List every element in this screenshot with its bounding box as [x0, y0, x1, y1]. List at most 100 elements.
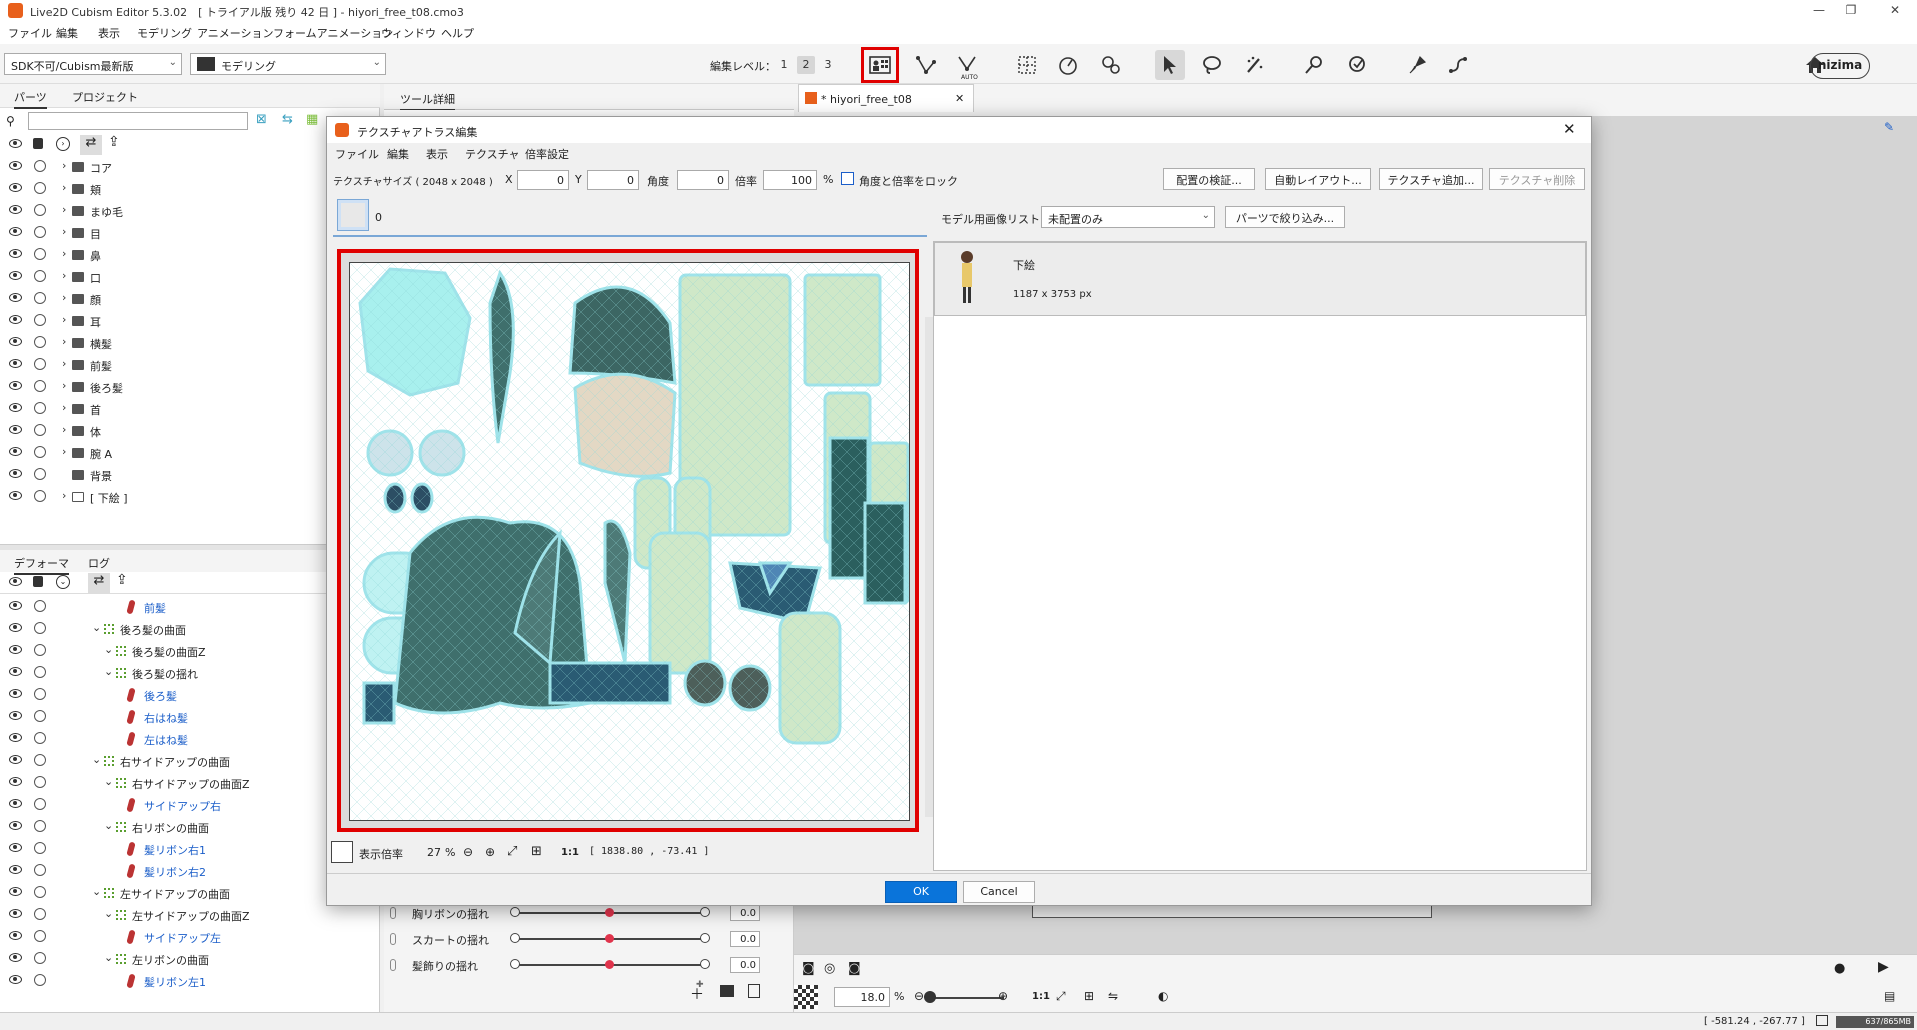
deformer-row[interactable]: 髪リボン右2 [0, 860, 380, 882]
swap-icon[interactable]: ⇄ [80, 135, 102, 155]
visibility-toggle[interactable] [34, 336, 46, 348]
visibility-toggle[interactable] [34, 160, 46, 172]
eye-icon[interactable] [9, 447, 22, 456]
visibility-toggle[interactable] [34, 908, 46, 920]
visibility-toggle[interactable] [34, 380, 46, 392]
tab-log[interactable]: ログ [88, 555, 110, 571]
texture-thumbnail[interactable] [337, 199, 369, 231]
menu-file[interactable]: ファイル [8, 25, 52, 41]
texture-atlas-button[interactable] [861, 47, 899, 83]
chevron-down-icon[interactable]: ⌄ [92, 621, 101, 634]
deformer-row[interactable]: ⌄ 右サイドアップの曲面Z [0, 772, 380, 794]
fit-icon[interactable]: ⤢ [1056, 989, 1066, 1004]
slider-min-knob[interactable] [510, 959, 520, 969]
eye-icon[interactable] [9, 909, 22, 918]
auto-layout-button[interactable]: 自動レイアウト... [1265, 168, 1371, 190]
keyform-icon[interactable] [390, 933, 396, 945]
slider-min-knob[interactable] [510, 907, 520, 917]
zoom-out-icon[interactable]: ⊖ [914, 989, 924, 1003]
chevron-right-icon[interactable]: › [62, 489, 66, 502]
eye-icon[interactable] [9, 755, 22, 764]
atlas-canvas[interactable] [349, 262, 910, 821]
eye-icon[interactable] [9, 271, 22, 280]
eye-icon[interactable] [9, 645, 22, 654]
parts-row[interactable]: › 口 [0, 266, 380, 288]
eye-icon[interactable] [9, 975, 22, 984]
filter-by-parts-button[interactable]: パーツで絞り込み... [1225, 206, 1345, 228]
keyform-icon[interactable] [390, 959, 396, 971]
tab-tool-detail[interactable]: ツール詳細 [400, 91, 455, 111]
visibility-toggle[interactable] [34, 622, 46, 634]
visibility-toggle[interactable] [34, 688, 46, 700]
zoom-out-icon[interactable]: ⊖ [463, 845, 473, 859]
eye-icon[interactable] [9, 601, 22, 610]
visibility-toggle[interactable] [34, 490, 46, 502]
chevron-down-icon[interactable]: ⌄ [104, 907, 113, 920]
zoom-slider-knob[interactable] [924, 991, 936, 1003]
play-icon[interactable]: › [56, 137, 70, 151]
chevron-down-icon[interactable]: ⌄ [104, 643, 113, 656]
parts-row[interactable]: › 首 [0, 398, 380, 420]
slider-max-knob[interactable] [700, 933, 710, 943]
add-param-icon[interactable]: ＋ [690, 984, 704, 1004]
parts-row[interactable]: › [ 下絵 ] [0, 486, 380, 508]
deformer-row[interactable]: サイドアップ右 [0, 794, 380, 816]
visibility-toggle[interactable] [34, 820, 46, 832]
eye-icon[interactable] [9, 821, 22, 830]
sdk-select[interactable]: SDK不可/Cubism最新版 ⌄ [4, 53, 182, 75]
record-icon[interactable]: ● [1834, 961, 1845, 976]
zoom-input[interactable]: 18.0 [834, 987, 890, 1007]
slider-current-knob[interactable] [605, 960, 614, 969]
parts-row[interactable]: › 前髪 [0, 354, 380, 376]
chevron-right-icon[interactable]: › [62, 313, 66, 326]
parameter-value[interactable]: 0.0 [730, 957, 760, 973]
visibility-toggle[interactable] [34, 842, 46, 854]
background-color-swatch[interactable] [331, 841, 353, 863]
fit-icon[interactable]: ⤢ [507, 844, 517, 859]
parameter-row[interactable]: 髪飾りの揺れ 0.0 [384, 952, 794, 978]
menu-window[interactable]: ウィンドウ [381, 25, 436, 41]
flip-icon[interactable]: ⇋ [1108, 989, 1118, 1003]
edit-level-2[interactable]: 2 [797, 56, 815, 74]
eye-icon[interactable] [9, 359, 22, 368]
brush-tool-button[interactable] [1240, 50, 1270, 80]
menu-edit[interactable]: 編集 [56, 25, 78, 41]
slider-current-knob[interactable] [605, 934, 614, 943]
eye-icon[interactable] [9, 161, 22, 170]
chevron-down-icon[interactable]: ⌄ [92, 753, 101, 766]
cancel-button[interactable]: Cancel [963, 881, 1035, 903]
deformer-row[interactable]: ⌄ 右リボンの曲面 [0, 816, 380, 838]
parameter-value[interactable]: 0.0 [730, 905, 760, 921]
eye-icon[interactable] [9, 315, 22, 324]
mesh-edit-button[interactable] [911, 50, 941, 80]
eye-icon[interactable] [9, 953, 22, 962]
glue-button[interactable] [1096, 50, 1126, 80]
dialog-menu-scale-settings[interactable]: 倍率設定 [525, 146, 569, 162]
visibility-toggle[interactable] [34, 754, 46, 766]
camera-rotate-icon[interactable]: ◎ [824, 961, 835, 976]
eye-icon[interactable] [9, 865, 22, 874]
play-button[interactable]: ▶ [1878, 959, 1889, 975]
deformer-row[interactable]: 髪リボン右1 [0, 838, 380, 860]
pen-tool-button[interactable] [1402, 50, 1432, 80]
minimize-button[interactable]: — [1806, 3, 1832, 19]
chevron-right-icon[interactable]: › [62, 159, 66, 172]
actual-size-button[interactable]: 1:1 [561, 847, 579, 858]
parts-row[interactable]: › 頬 [0, 178, 380, 200]
lock-icon[interactable] [33, 576, 43, 587]
deformer-row[interactable]: ⌄ 右サイドアップの曲面 [0, 750, 380, 772]
nizima-button[interactable]: nizima [1810, 53, 1870, 79]
swap-icon[interactable]: ⇄ [88, 573, 110, 593]
deformer-row[interactable]: 右はね髪 [0, 706, 380, 728]
x-input[interactable]: 0 [517, 170, 569, 190]
visibility-toggle[interactable] [34, 732, 46, 744]
parts-row[interactable]: › 顔 [0, 288, 380, 310]
chevron-right-icon[interactable]: › [62, 181, 66, 194]
warp-deformer-button[interactable] [1012, 50, 1042, 80]
dialog-close-icon[interactable]: ✕ [1563, 120, 1576, 138]
eye-icon[interactable] [9, 931, 22, 940]
deformer-row[interactable]: サイドアップ左 [0, 926, 380, 948]
deformer-row[interactable]: ⌄ 左サイドアップの曲面 [0, 882, 380, 904]
eye-icon[interactable] [9, 799, 22, 808]
menu-view[interactable]: 表示 [98, 25, 120, 41]
